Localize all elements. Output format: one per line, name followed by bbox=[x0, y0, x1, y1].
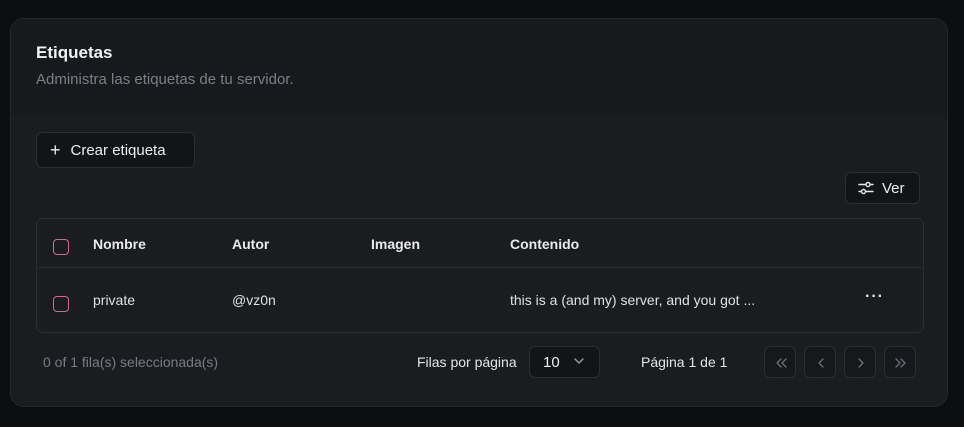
cell-contenido: this is a (and my) server, and you got .… bbox=[510, 292, 756, 308]
view-options-label: Ver bbox=[882, 179, 905, 197]
sliders-icon bbox=[858, 181, 874, 195]
more-horizontal-icon: ··· bbox=[865, 288, 884, 305]
chevron-left-icon bbox=[818, 358, 824, 368]
selection-count: 0 of 1 fila(s) seleccionada(s) bbox=[43, 354, 219, 370]
row-select-checkbox[interactable] bbox=[53, 296, 69, 312]
column-header-nombre[interactable]: Nombre bbox=[93, 236, 146, 252]
cell-nombre: private bbox=[93, 292, 136, 308]
create-tag-button[interactable]: + Crear etiqueta bbox=[36, 132, 195, 168]
page-title: Etiquetas bbox=[36, 43, 113, 62]
column-header-autor[interactable]: Autor bbox=[232, 236, 269, 252]
rows-per-page-label: Filas por página bbox=[417, 354, 517, 370]
page-subtitle: Administra las etiquetas de tu servidor. bbox=[36, 71, 294, 88]
previous-page-button[interactable] bbox=[804, 346, 836, 378]
plus-icon: + bbox=[50, 140, 61, 160]
create-tag-label: Crear etiqueta bbox=[70, 141, 166, 159]
first-page-button[interactable] bbox=[764, 346, 796, 378]
tags-card: Etiquetas Administra las etiquetas de tu… bbox=[10, 18, 948, 407]
table-row[interactable]: private @vz0n this is a (and my) server,… bbox=[37, 268, 923, 332]
table-header: Nombre Autor Imagen Contenido bbox=[37, 219, 923, 268]
last-page-button[interactable] bbox=[884, 346, 916, 378]
tags-table: Nombre Autor Imagen Contenido private @v… bbox=[36, 218, 924, 333]
chevrons-right-icon bbox=[895, 358, 906, 368]
rows-per-page-select[interactable]: 10 bbox=[529, 346, 600, 378]
view-options-button[interactable]: Ver bbox=[845, 172, 920, 204]
row-actions-button[interactable]: ··· bbox=[865, 288, 884, 306]
select-all-checkbox[interactable] bbox=[53, 239, 69, 255]
card-header: Etiquetas Administra las etiquetas de tu… bbox=[11, 19, 947, 115]
chevron-down-icon bbox=[574, 358, 584, 364]
chevron-right-icon bbox=[858, 358, 864, 368]
cell-autor: @vz0n bbox=[232, 292, 276, 308]
column-header-contenido[interactable]: Contenido bbox=[510, 236, 579, 252]
chevrons-left-icon bbox=[776, 358, 787, 368]
next-page-button[interactable] bbox=[844, 346, 876, 378]
column-header-imagen[interactable]: Imagen bbox=[371, 236, 420, 252]
rows-per-page-value: 10 bbox=[543, 354, 560, 371]
page-indicator: Página 1 de 1 bbox=[641, 354, 728, 370]
